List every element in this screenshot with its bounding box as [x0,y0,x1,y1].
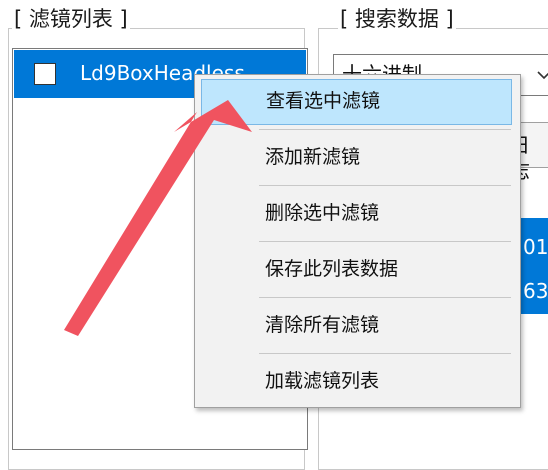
menu-separator [259,241,511,242]
menu-item-label: 添加新滤镜 [265,146,361,168]
menu-separator [259,185,511,186]
filter-list-title: [ 滤镜列表 ] [12,6,130,32]
menu-item-label: 加载滤镜列表 [265,370,380,392]
filter-item-checkbox[interactable] [34,63,56,85]
menu-item-label: 保存此列表数据 [265,258,399,280]
menu-item-add-filter[interactable]: 添加新滤镜 [201,135,512,181]
chevron-down-icon [537,71,548,80]
menu-separator [259,353,511,354]
menu-item-delete-selected[interactable]: 删除选中滤镜 [201,191,512,237]
menu-item-view-selected[interactable]: 查看选中滤镜 [201,79,512,125]
menu-separator [259,129,511,130]
menu-item-clear-all[interactable]: 清除所有滤镜 [201,303,512,349]
menu-item-label: 清除所有滤镜 [265,314,380,336]
menu-item-load-list[interactable]: 加载滤镜列表 [201,359,512,405]
data-value-1: 01 [523,235,548,259]
menu-separator [259,297,511,298]
menu-item-label: 删除选中滤镜 [265,202,380,224]
search-data-title: [ 搜索数据 ] [338,6,456,32]
data-value-2: 63 [523,279,548,303]
menu-item-save-list[interactable]: 保存此列表数据 [201,247,512,293]
menu-item-label: 查看选中滤镜 [266,90,381,112]
filter-context-menu: 查看选中滤镜 添加新滤镜 删除选中滤镜 保存此列表数据 清除所有滤镜 加载滤镜列… [194,74,521,408]
